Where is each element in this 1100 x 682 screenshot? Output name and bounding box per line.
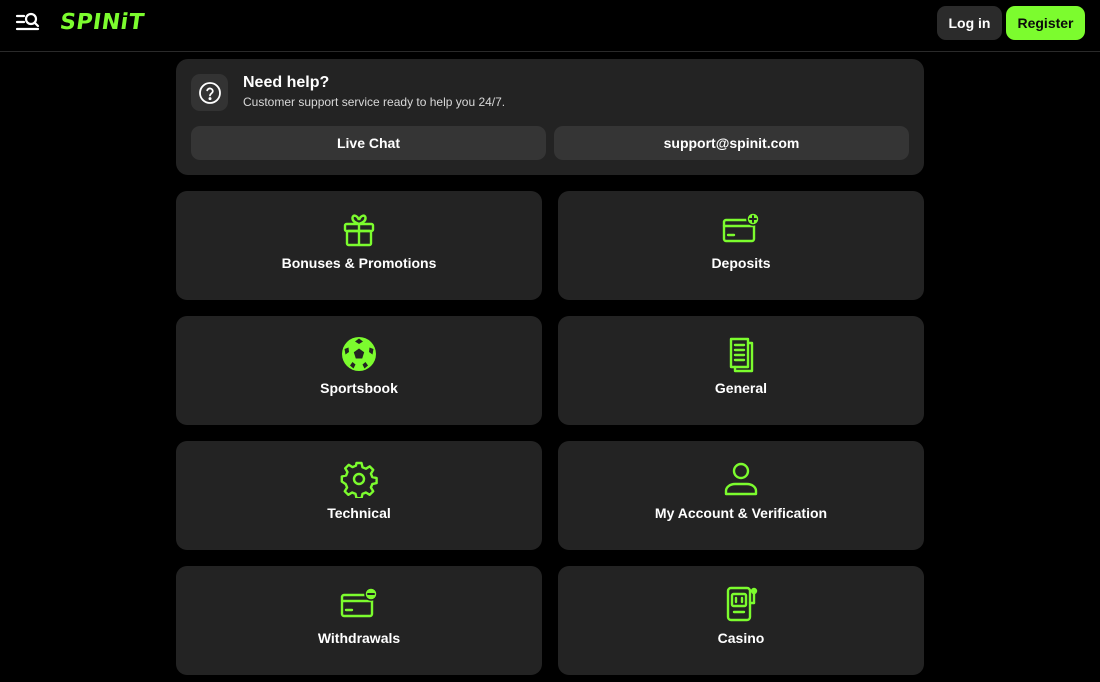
category-withdrawals[interactable]: Withdrawals [176, 566, 542, 675]
category-label: Sportsbook [320, 380, 398, 396]
card-minus-icon [339, 584, 379, 624]
category-label: General [714, 380, 768, 396]
document-icon [721, 334, 761, 374]
soccer-ball-icon [339, 334, 379, 374]
category-label: Deposits [711, 255, 771, 271]
support-email-button[interactable]: support@spinit.com [554, 126, 909, 160]
category-label: My Account & Verification [654, 505, 828, 521]
category-bonuses-promotions[interactable]: Bonuses & Promotions [176, 191, 542, 300]
need-help-card: Need help? Customer support service read… [176, 59, 924, 175]
slot-machine-icon [721, 584, 761, 624]
gift-icon [339, 209, 379, 249]
category-label: Technical [327, 505, 391, 521]
register-button[interactable]: Register [1006, 6, 1085, 40]
top-navigation-bar: SPINiT Log in Register [0, 0, 1100, 52]
category-label: Casino [717, 630, 765, 646]
category-deposits[interactable]: Deposits [558, 191, 924, 300]
user-icon [721, 459, 761, 499]
category-general[interactable]: General [558, 316, 924, 425]
spinit-logo[interactable]: SPINiT [58, 10, 146, 35]
category-my-account-verification[interactable]: My Account & Verification [558, 441, 924, 550]
login-button[interactable]: Log in [937, 6, 1002, 40]
category-technical[interactable]: Technical [176, 441, 542, 550]
live-chat-button[interactable]: Live Chat [191, 126, 546, 160]
category-label: Bonuses & Promotions [281, 255, 437, 271]
help-subtitle: Customer support service ready to help y… [243, 95, 506, 109]
help-icon-container [191, 74, 228, 111]
gear-icon [339, 459, 379, 499]
category-sportsbook[interactable]: Sportsbook [176, 316, 542, 425]
category-casino[interactable]: Casino [558, 566, 924, 675]
card-plus-icon [721, 209, 761, 249]
question-mark-icon [198, 81, 221, 104]
menu-search-icon[interactable] [15, 11, 41, 35]
category-label: Withdrawals [317, 630, 401, 646]
help-title: Need help? [243, 74, 330, 91]
